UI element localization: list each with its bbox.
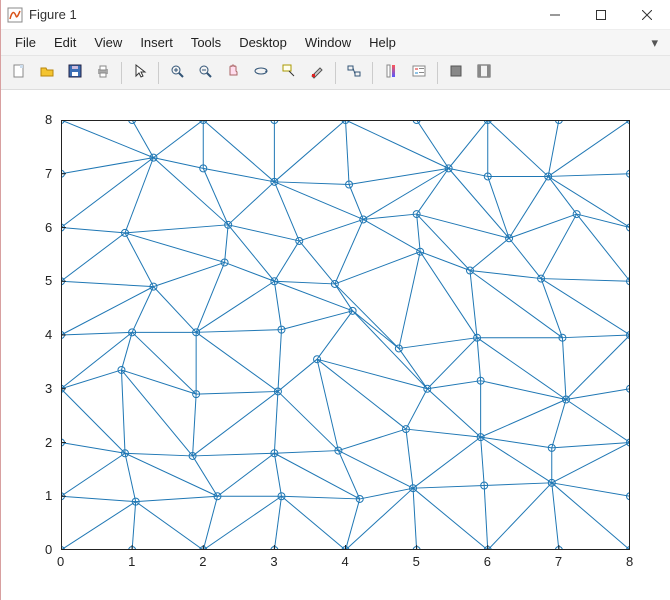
zoom-in-icon bbox=[169, 63, 185, 82]
new-figure-button[interactable] bbox=[7, 61, 31, 85]
pan-button[interactable] bbox=[221, 61, 245, 85]
maximize-button[interactable] bbox=[578, 0, 624, 30]
legend-icon bbox=[411, 63, 427, 82]
y-tick-label: 8 bbox=[45, 112, 52, 127]
toolbar-separator bbox=[121, 62, 122, 84]
y-tick-label: 0 bbox=[45, 542, 52, 557]
rotate-3d-button[interactable] bbox=[249, 61, 273, 85]
menu-window[interactable]: Window bbox=[297, 32, 359, 53]
brush-button[interactable] bbox=[305, 61, 329, 85]
zoom-out-icon bbox=[197, 63, 213, 82]
floppy-disk-icon bbox=[67, 63, 83, 82]
x-tick-label: 6 bbox=[484, 554, 491, 569]
toolbar-separator bbox=[437, 62, 438, 84]
dock-dropdown-icon[interactable]: ▾ bbox=[645, 35, 664, 51]
menu-view[interactable]: View bbox=[86, 32, 130, 53]
axes[interactable] bbox=[61, 120, 630, 550]
window-title: Figure 1 bbox=[29, 7, 77, 22]
menu-insert[interactable]: Insert bbox=[132, 32, 181, 53]
x-tick-label: 1 bbox=[128, 554, 135, 569]
data-cursor-icon bbox=[281, 63, 297, 82]
print-button[interactable] bbox=[91, 61, 115, 85]
show-plot-tools-button[interactable] bbox=[472, 61, 496, 85]
plot-canvas bbox=[61, 120, 630, 550]
menu-file[interactable]: File bbox=[7, 32, 44, 53]
menu-edit[interactable]: Edit bbox=[46, 32, 84, 53]
y-tick-label: 3 bbox=[45, 381, 52, 396]
hand-icon bbox=[225, 63, 241, 82]
titlebar: Figure 1 bbox=[1, 0, 670, 30]
figure-area[interactable]: 0 1 2 3 4 5 6 7 8 0 1 2 3 4 5 6 7 8 bbox=[1, 90, 670, 600]
menu-desktop[interactable]: Desktop bbox=[231, 32, 295, 53]
colorbar-icon bbox=[383, 63, 399, 82]
save-button[interactable] bbox=[63, 61, 87, 85]
pointer-icon bbox=[132, 63, 148, 82]
matlab-figure-icon bbox=[7, 7, 23, 23]
x-tick-label: 3 bbox=[270, 554, 277, 569]
edit-plot-button[interactable] bbox=[128, 61, 152, 85]
link-plot-button[interactable] bbox=[342, 61, 366, 85]
new-file-icon bbox=[11, 63, 27, 82]
toolbar-separator bbox=[335, 62, 336, 84]
y-tick-label: 1 bbox=[45, 488, 52, 503]
menubar: File Edit View Insert Tools Desktop Wind… bbox=[1, 30, 670, 56]
toolbar-separator bbox=[372, 62, 373, 84]
hide-tools-icon bbox=[448, 63, 464, 82]
y-tick-label: 5 bbox=[45, 273, 52, 288]
x-tick-label: 5 bbox=[413, 554, 420, 569]
y-tick-label: 6 bbox=[45, 220, 52, 235]
x-tick-label: 4 bbox=[342, 554, 349, 569]
x-tick-label: 8 bbox=[626, 554, 633, 569]
close-button[interactable] bbox=[624, 0, 670, 30]
hide-plot-tools-button[interactable] bbox=[444, 61, 468, 85]
rotate-icon bbox=[253, 63, 269, 82]
show-tools-icon bbox=[476, 63, 492, 82]
data-cursor-button[interactable] bbox=[277, 61, 301, 85]
brush-icon bbox=[309, 63, 325, 82]
printer-icon bbox=[95, 63, 111, 82]
folder-open-icon bbox=[39, 63, 55, 82]
toolbar bbox=[1, 56, 670, 90]
zoom-out-button[interactable] bbox=[193, 61, 217, 85]
x-tick-label: 2 bbox=[199, 554, 206, 569]
x-tick-label: 7 bbox=[555, 554, 562, 569]
zoom-in-button[interactable] bbox=[165, 61, 189, 85]
y-tick-label: 7 bbox=[45, 166, 52, 181]
toolbar-separator bbox=[158, 62, 159, 84]
x-tick-label: 0 bbox=[57, 554, 64, 569]
minimize-button[interactable] bbox=[532, 0, 578, 30]
open-button[interactable] bbox=[35, 61, 59, 85]
link-icon bbox=[346, 63, 362, 82]
insert-legend-button[interactable] bbox=[407, 61, 431, 85]
menu-help[interactable]: Help bbox=[361, 32, 404, 53]
y-tick-label: 4 bbox=[45, 327, 52, 342]
menu-tools[interactable]: Tools bbox=[183, 32, 229, 53]
insert-colorbar-button[interactable] bbox=[379, 61, 403, 85]
y-tick-label: 2 bbox=[45, 435, 52, 450]
